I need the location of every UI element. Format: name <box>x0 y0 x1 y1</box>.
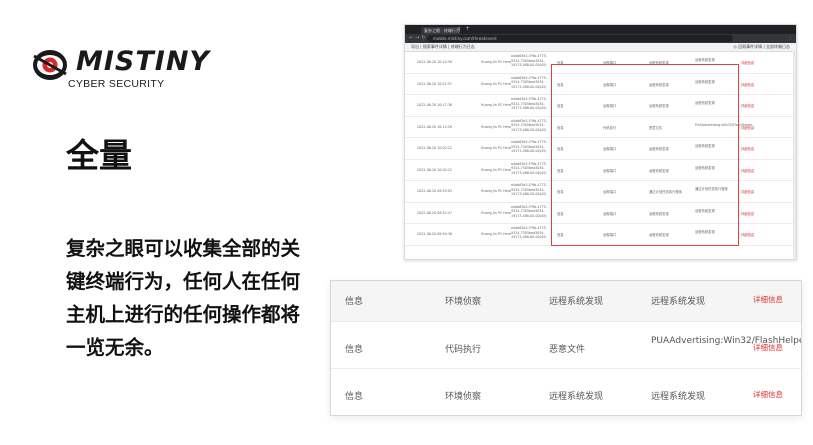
detail-link[interactable]: 详细信息 <box>741 82 754 87</box>
event-user: Huang Jin PC Here <box>481 81 512 86</box>
tab-close-icon[interactable]: × <box>457 26 461 32</box>
page-toolbar: 导出 | 搜索事件详情 | 终端行为日志 ◎ 回顾事件详情 | 全部终端日志 <box>405 43 796 52</box>
event-user: Huang Jin PC Here <box>481 167 512 172</box>
detail-link[interactable]: 详细信息 <box>753 294 783 305</box>
event-time: 2022-06-20 10:24:30 <box>417 60 453 64</box>
tactic-cell: 环境侦察 <box>445 392 482 402</box>
section-heading: 全量 <box>66 136 132 175</box>
event-process: a4ab63e2-f79b-4775-9324-7305bea3034-1917… <box>511 54 547 68</box>
technique-cell: 远程系统发现 <box>549 297 604 307</box>
event-user: Huang Jin PC Here <box>481 210 512 215</box>
toolbar-right-links[interactable]: ◎ 回顾事件详情 | 全部终端日志 <box>733 43 790 51</box>
detail-link[interactable]: 详细信息 <box>741 232 754 237</box>
zoomed-detail-card: 信息 环境侦察 远程系统发现 远程系统发现 详细信息 信息 代码执行 恶意文件 PUAAdver… <box>330 280 802 416</box>
event-user: Huang Jin PC Here <box>481 103 512 107</box>
detail-link[interactable]: 详细信息 <box>741 125 754 130</box>
section-description: 复杂之眼可以收集全部的关键终端行为，任何人在任何主机上进行的任何操作都将一览无余… <box>66 237 301 359</box>
level-cell: 信息 <box>345 345 364 355</box>
level-cell: 信息 <box>345 297 364 307</box>
detail-row[interactable]: 信息 环境侦察 远程系统发现 远程系统发现 详细信息 <box>331 368 801 415</box>
event-time: 2022-06-20 10:02:12 <box>417 167 453 172</box>
detail-row[interactable]: 信息 环境侦察 远程系统发现 远程系统发现 详细信息 <box>331 281 801 321</box>
detail-link[interactable]: 详细信息 <box>741 211 754 216</box>
eye-logo-icon <box>33 50 67 80</box>
scrollbar[interactable] <box>793 51 796 259</box>
detail-cell: 远程系统发现 <box>651 297 706 307</box>
tactic-cell: 环境侦察 <box>445 297 482 307</box>
browser-menu-icon[interactable]: ⋮ <box>788 35 792 40</box>
event-time: 2022-06-20 10:21:57 <box>417 81 453 86</box>
highlight-box <box>551 64 739 246</box>
event-process: a4ab63e2-f79b-4775-9324-7305bea3034-1917… <box>511 204 547 218</box>
detail-link[interactable]: 详细信息 <box>741 168 754 173</box>
browser-tab-bar: 复杂之眼 · 终端行为 × + <box>405 25 796 34</box>
browser-screenshot: 复杂之眼 · 终端行为 × + ←→↻ mobile.mistiny.com/t… <box>404 24 797 260</box>
event-time: 2022-06-20 09:55:03 <box>417 189 453 193</box>
event-time: 2022-06-20 09:52:47 <box>417 210 453 215</box>
event-process: a4ab63e2-f79b-4775-9324-7305bea3034-1917… <box>511 226 547 240</box>
event-process: a4ab63e2-f79b-4775-9324-7305bea3034-1917… <box>511 140 547 154</box>
url-field[interactable]: mobile.mistiny.com/threatevent <box>427 35 733 42</box>
technique-cell: 恶意文件 <box>549 345 586 355</box>
event-detail: 远程系统发现 <box>695 58 715 62</box>
detail-link[interactable]: 详细信息 <box>741 103 754 108</box>
detail-row[interactable]: 信息 代码执行 恶意文件 PUAAdvertising:Win32/FlashHelp… <box>331 321 801 368</box>
event-user: Huang Jin PC Here <box>481 146 512 150</box>
event-user: Huang Jin PC Here <box>481 124 512 129</box>
detail-cell: 远程系统发现 <box>651 392 706 402</box>
level-cell: 信息 <box>345 392 364 402</box>
logo-wordmark: MISTINY <box>76 46 210 77</box>
event-user: Huang Jin PC Here <box>481 60 512 64</box>
brand-logo: MISTINY CYBER SECURITY <box>32 46 232 94</box>
detail-link[interactable]: 详细信息 <box>753 342 783 353</box>
technique-cell: 远程系统发现 <box>549 392 604 402</box>
event-user: Huang Jin PC Here <box>481 232 512 236</box>
toolbar-left-links[interactable]: 导出 | 搜索事件详情 | 终端行为日志 <box>411 43 475 51</box>
new-tab-icon[interactable]: + <box>465 25 470 32</box>
event-time: 2022-06-20 10:02:12 <box>417 146 453 150</box>
event-process: a4ab63e2-f79b-4775-9324-7305bea3034-1917… <box>511 161 547 175</box>
browser-tab[interactable]: 复杂之眼 · 终端行为 <box>421 27 460 34</box>
event-user: Huang Jin PC Here <box>481 189 512 193</box>
detail-link[interactable]: 详细信息 <box>741 189 754 194</box>
detail-link[interactable]: 详细信息 <box>741 60 754 65</box>
detail-link[interactable]: 详细信息 <box>753 389 783 400</box>
logo-subtitle: CYBER SECURITY <box>68 78 165 90</box>
browser-address-bar: ←→↻ mobile.mistiny.com/threatevent ⋮ <box>405 34 796 43</box>
tactic-cell: 代码执行 <box>445 345 482 355</box>
browser-nav-icons[interactable]: ←→↻ <box>409 35 428 41</box>
event-process: a4ab63e2-f79b-4775-9324-7305bea3034-1917… <box>511 183 547 197</box>
event-time: 2022-06-20 10:17:38 <box>417 103 453 107</box>
detail-link[interactable]: 详细信息 <box>741 146 754 151</box>
event-process: a4ab63e2-f79b-4775-9324-7305bea3034-1917… <box>511 75 547 89</box>
event-process: a4ab63e2-f79b-4775-9324-7305bea3034-1917… <box>511 97 547 111</box>
event-time: 2022-06-20 09:50:38 <box>417 232 453 236</box>
detail-cell: PUAAdvertising:Win32/FlashHelper <box>651 336 802 346</box>
event-time: 2022-06-20 10:12:29 <box>417 124 453 129</box>
event-process: a4ab63e2-f79b-4775-9324-7305bea3034-1917… <box>511 118 547 132</box>
